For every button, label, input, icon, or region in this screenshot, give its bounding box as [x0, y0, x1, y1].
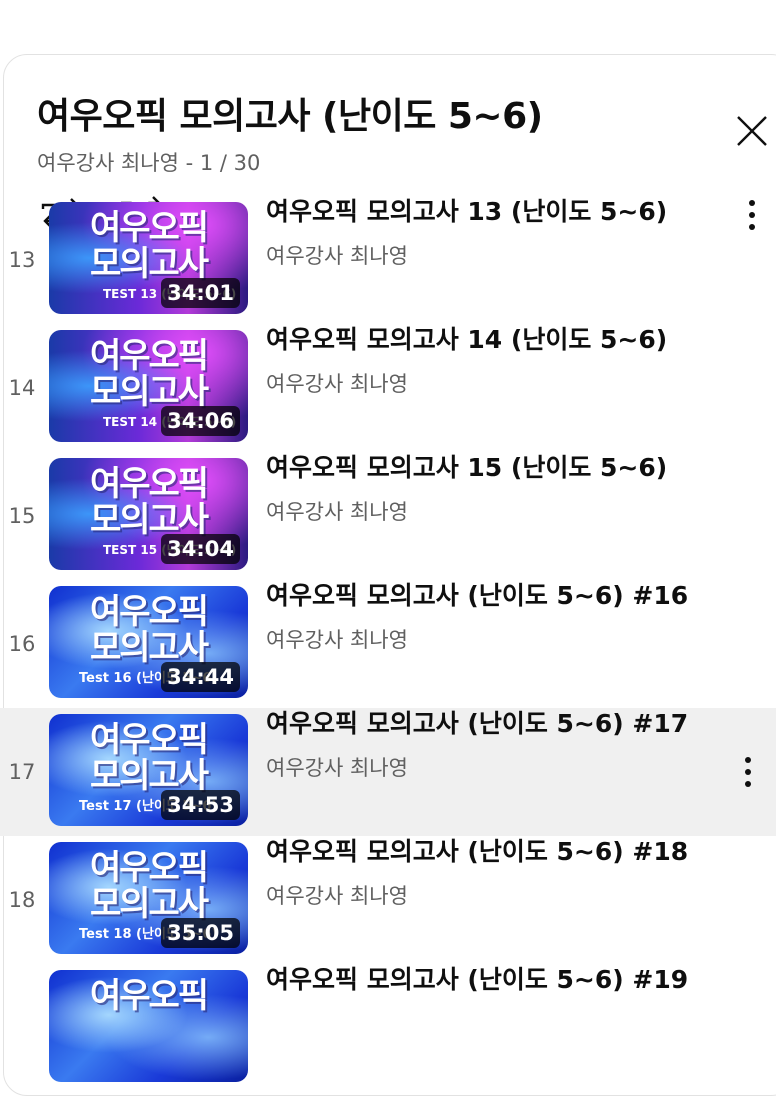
- close-button[interactable]: [730, 109, 774, 153]
- video-thumbnail[interactable]: 여우오픽 모의고사 TEST 15 (난이도 5~6) 34:04: [49, 458, 248, 570]
- duration-badge: 34:44: [161, 662, 240, 692]
- channel-name[interactable]: 여우강사 최나영: [266, 496, 408, 526]
- thumbnail-title: 여우오픽 모의고사: [89, 592, 209, 668]
- item-index: 13: [8, 248, 36, 272]
- duration-badge: 34:53: [161, 790, 240, 820]
- channel-name[interactable]: 여우강사 최나영: [266, 368, 408, 398]
- video-title[interactable]: 여우오픽 모의고사 (난이도 5~6) #19: [266, 964, 688, 996]
- video-thumbnail[interactable]: 여우오픽: [49, 970, 248, 1082]
- item-index: 16: [8, 632, 36, 656]
- duration-badge: 34:04: [161, 534, 240, 564]
- thumbnail-title: 여우오픽 모의고사: [89, 464, 209, 540]
- channel-name[interactable]: 여우강사 최나영: [266, 240, 408, 270]
- playlist-item[interactable]: 17 여우오픽 모의고사 Test 17 (난이도 5~6) 34:53 여우오…: [0, 708, 776, 836]
- playlist-item[interactable]: 15 여우오픽 모의고사 TEST 15 (난이도 5~6) 34:04 여우오…: [0, 452, 776, 580]
- duration-badge: 35:05: [161, 918, 240, 948]
- duration-badge: 34:06: [161, 406, 240, 436]
- channel-name[interactable]: 여우강사 최나영: [266, 624, 408, 654]
- thumbnail-title: 여우오픽: [89, 976, 209, 1016]
- thumbnail-title: 여우오픽 모의고사: [89, 336, 209, 412]
- video-thumbnail[interactable]: 여우오픽 모의고사 TEST 13 (난이도 5~6) 34:01: [49, 202, 248, 314]
- thumbnail-title: 여우오픽 모의고사: [89, 848, 209, 924]
- video-thumbnail[interactable]: 여우오픽 모의고사 Test 17 (난이도 5~6) 34:53: [49, 714, 248, 826]
- video-title[interactable]: 여우오픽 모의고사 13 (난이도 5~6): [266, 196, 667, 228]
- item-index: 18: [8, 888, 36, 912]
- video-title[interactable]: 여우오픽 모의고사 15 (난이도 5~6): [266, 452, 667, 484]
- more-vert-icon: [745, 757, 751, 787]
- playlist-item[interactable]: 13 여우오픽 모의고사 TEST 13 (난이도 5~6) 34:01 여우오…: [0, 196, 776, 324]
- thumbnail-title: 여우오픽 모의고사: [89, 720, 209, 796]
- video-title[interactable]: 여우오픽 모의고사 (난이도 5~6) #18: [266, 836, 688, 868]
- video-title[interactable]: 여우오픽 모의고사 14 (난이도 5~6): [266, 324, 667, 356]
- item-index: 14: [8, 376, 36, 400]
- video-title[interactable]: 여우오픽 모의고사 (난이도 5~6) #16: [266, 580, 688, 612]
- item-more-button[interactable]: [734, 752, 762, 792]
- duration-badge: 34:01: [161, 278, 240, 308]
- video-thumbnail[interactable]: 여우오픽 모의고사 TEST 14 (난이도 5~6) 34:06: [49, 330, 248, 442]
- item-index: 15: [8, 504, 36, 528]
- video-thumbnail[interactable]: 여우오픽 모의고사 Test 16 (난이도 5~6) 34:44: [49, 586, 248, 698]
- item-index: [0, 964, 44, 1092]
- playlist-item[interactable]: 여우오픽 여우오픽 모의고사 (난이도 5~6) #19: [0, 964, 776, 1092]
- close-icon: [737, 116, 767, 146]
- video-thumbnail[interactable]: 여우오픽 모의고사 Test 18 (난이도 5~6) 35:05: [49, 842, 248, 954]
- item-index: 17: [8, 760, 36, 784]
- playlist-item[interactable]: 14 여우오픽 모의고사 TEST 14 (난이도 5~6) 34:06 여우오…: [0, 324, 776, 452]
- channel-name[interactable]: 여우강사 최나영: [266, 880, 408, 910]
- channel-name[interactable]: 여우강사 최나영: [266, 752, 408, 782]
- video-title[interactable]: 여우오픽 모의고사 (난이도 5~6) #17: [266, 708, 688, 740]
- playlist-items: 13 여우오픽 모의고사 TEST 13 (난이도 5~6) 34:01 여우오…: [0, 196, 776, 1092]
- playlist-title: 여우오픽 모의고사 (난이도 5~6): [37, 96, 543, 137]
- playlist-item[interactable]: 18 여우오픽 모의고사 Test 18 (난이도 5~6) 35:05 여우오…: [0, 836, 776, 964]
- thumbnail-title: 여우오픽 모의고사: [89, 208, 209, 284]
- playlist-meta: 여우강사 최나영 - 1 / 30: [37, 151, 261, 175]
- playlist-item[interactable]: 16 여우오픽 모의고사 Test 16 (난이도 5~6) 34:44 여우오…: [0, 580, 776, 708]
